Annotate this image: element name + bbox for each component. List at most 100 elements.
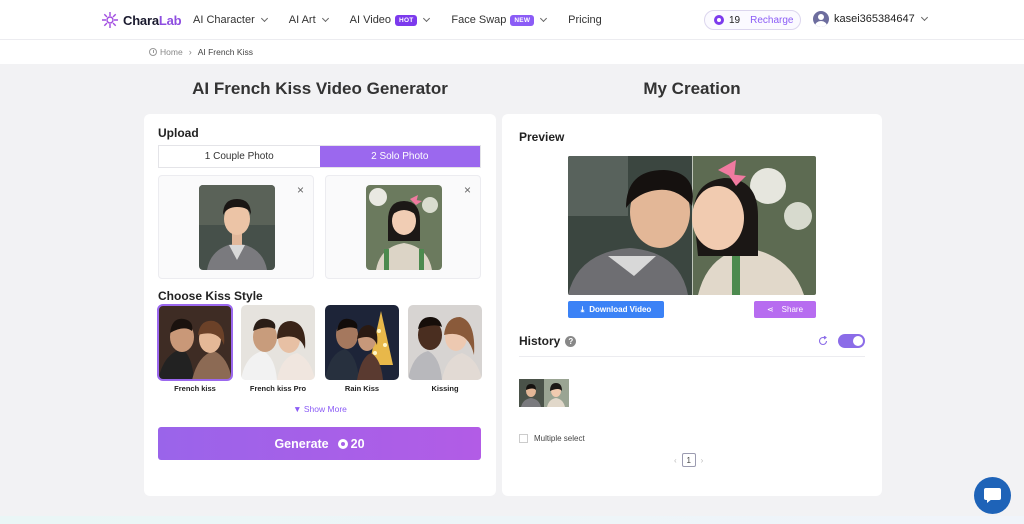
nav-ai-character[interactable]: AI Character — [193, 14, 268, 26]
logo[interactable]: CharaLab — [100, 10, 182, 30]
history-thumbnail-image — [519, 379, 569, 407]
generate-button[interactable]: Generate 20 — [158, 427, 481, 460]
chevron-down-icon — [260, 14, 268, 23]
share-button[interactable]: ⋖ Share — [754, 301, 816, 318]
uploaded-photo-female — [366, 185, 442, 270]
generate-label: Generate — [274, 436, 329, 451]
style-label: French kiss — [174, 384, 216, 393]
nav-label: Face Swap — [451, 14, 507, 26]
style-label: French kiss Pro — [249, 384, 307, 393]
logo-text: CharaLab — [123, 12, 182, 28]
nav-label: Pricing — [568, 14, 602, 26]
french-kiss-pro-thumbnail-image — [241, 305, 315, 380]
refresh-icon[interactable] — [818, 336, 828, 346]
nav-pricing[interactable]: Pricing — [568, 14, 602, 26]
history-divider — [519, 356, 865, 357]
style-french-kiss[interactable]: French kiss — [157, 304, 233, 393]
kiss-preview-image — [568, 156, 816, 295]
style-french-kiss-pro[interactable]: French kiss Pro — [241, 305, 315, 393]
share-label: Share — [781, 305, 804, 314]
pagination: ‹ 1 › — [674, 453, 703, 467]
style-kissing[interactable]: Kissing — [408, 305, 482, 393]
nav-label: AI Video — [349, 14, 392, 26]
coin-icon — [337, 438, 348, 449]
logo-flower-icon — [102, 12, 118, 28]
style-thumbnail — [408, 305, 482, 380]
multiple-select-label: Multiple select — [534, 434, 585, 443]
tab-solo-photo[interactable]: 2 Solo Photo — [319, 146, 480, 167]
style-rain-kiss[interactable]: Rain Kiss — [325, 305, 399, 393]
recharge-link[interactable]: Recharge — [750, 15, 793, 26]
breadcrumb-current: AI French Kiss — [197, 47, 253, 57]
male-portrait-image — [199, 185, 275, 270]
kissing-thumbnail-image — [408, 305, 482, 380]
breadcrumb-home[interactable]: Home — [160, 47, 183, 57]
chevron-down-icon — [540, 14, 548, 23]
creation-title: My Creation — [643, 79, 741, 98]
creation-panel: Preview ⤓ Download Video ⋖ Share History… — [502, 114, 882, 496]
nav-ai-video[interactable]: AI Video HOT — [349, 14, 431, 26]
download-video-button[interactable]: ⤓ Download Video — [568, 301, 664, 318]
upload-slot-1[interactable]: × — [158, 175, 314, 279]
style-thumbnail — [241, 305, 315, 380]
generator-title: AI French Kiss Video Generator — [192, 79, 448, 98]
breadcrumb-separator-icon: › — [188, 47, 192, 57]
female-portrait-image — [366, 185, 442, 270]
chevron-down-icon — [321, 14, 329, 23]
history-label: History — [519, 334, 561, 348]
nav-label: AI Art — [288, 14, 316, 26]
style-label: Kissing — [431, 384, 459, 393]
uploaded-photo-male — [199, 185, 275, 270]
nav-ai-art[interactable]: AI Art — [288, 14, 329, 26]
generate-cost: 20 — [350, 436, 365, 451]
share-icon: ⋖ — [766, 305, 774, 314]
nav-face-swap[interactable]: Face Swap NEW — [451, 14, 548, 26]
multiple-select-checkbox[interactable] — [519, 434, 528, 443]
chat-support-icon[interactable] — [974, 477, 1011, 514]
style-thumbnail — [157, 304, 233, 381]
username: kasei365384647 — [834, 13, 915, 25]
next-page-icon[interactable]: › — [701, 456, 704, 465]
multiple-select[interactable]: Multiple select — [519, 434, 585, 443]
upload-label: Upload — [158, 126, 199, 140]
preview-label: Preview — [519, 130, 565, 144]
credits-pill[interactable]: 19 Recharge — [704, 10, 801, 30]
clock-home-icon — [149, 48, 157, 56]
page-number[interactable]: 1 — [681, 453, 696, 467]
generator-panel: Upload 1 Couple Photo 2 Solo Photo × × C… — [144, 114, 496, 496]
download-label: Download Video — [589, 305, 652, 314]
photo-mode-tabs: 1 Couple Photo 2 Solo Photo — [158, 145, 481, 168]
credit-count: 19 — [729, 14, 741, 26]
rain-kiss-thumbnail-image — [325, 305, 399, 380]
breadcrumb: Home › AI French Kiss — [0, 40, 1024, 64]
bottom-strip — [0, 516, 1024, 524]
help-icon[interactable]: ? — [565, 336, 577, 347]
main-nav: AI Character AI Art AI Video HOT Face Sw… — [193, 0, 624, 40]
top-header: CharaLab AI Character AI Art AI Video HO… — [0, 0, 1024, 40]
nav-label: AI Character — [193, 14, 255, 26]
history-item[interactable] — [519, 379, 569, 407]
show-more-link[interactable]: ▼ Show More — [144, 404, 496, 414]
video-preview[interactable] — [568, 156, 816, 295]
remove-photo-1-close-icon[interactable]: × — [297, 184, 304, 196]
avatar-icon — [813, 11, 829, 27]
history-toggle[interactable] — [838, 334, 865, 348]
style-thumbnail — [325, 305, 399, 380]
coin-icon — [714, 15, 724, 25]
hot-badge: HOT — [395, 14, 418, 26]
new-badge: NEW — [510, 14, 535, 26]
prev-page-icon[interactable]: ‹ — [674, 456, 677, 465]
chevron-down-icon — [423, 14, 431, 23]
choose-style-label: Choose Kiss Style — [158, 289, 263, 303]
show-more-label: Show More — [303, 404, 347, 414]
chevron-down-icon — [920, 13, 928, 22]
kiss-style-grid: French kiss French kiss Pro Rain Kiss Ki… — [157, 304, 482, 395]
history-heading: History? — [519, 334, 577, 348]
upload-slot-2[interactable]: × — [325, 175, 481, 279]
caret-down-icon: ▼ — [293, 404, 304, 414]
user-menu[interactable]: kasei365384647 — [813, 11, 928, 27]
remove-photo-2-close-icon[interactable]: × — [464, 184, 471, 196]
tab-couple-photo[interactable]: 1 Couple Photo — [159, 146, 320, 167]
french-kiss-thumbnail-image — [158, 305, 232, 380]
style-label: Rain Kiss — [344, 384, 380, 393]
